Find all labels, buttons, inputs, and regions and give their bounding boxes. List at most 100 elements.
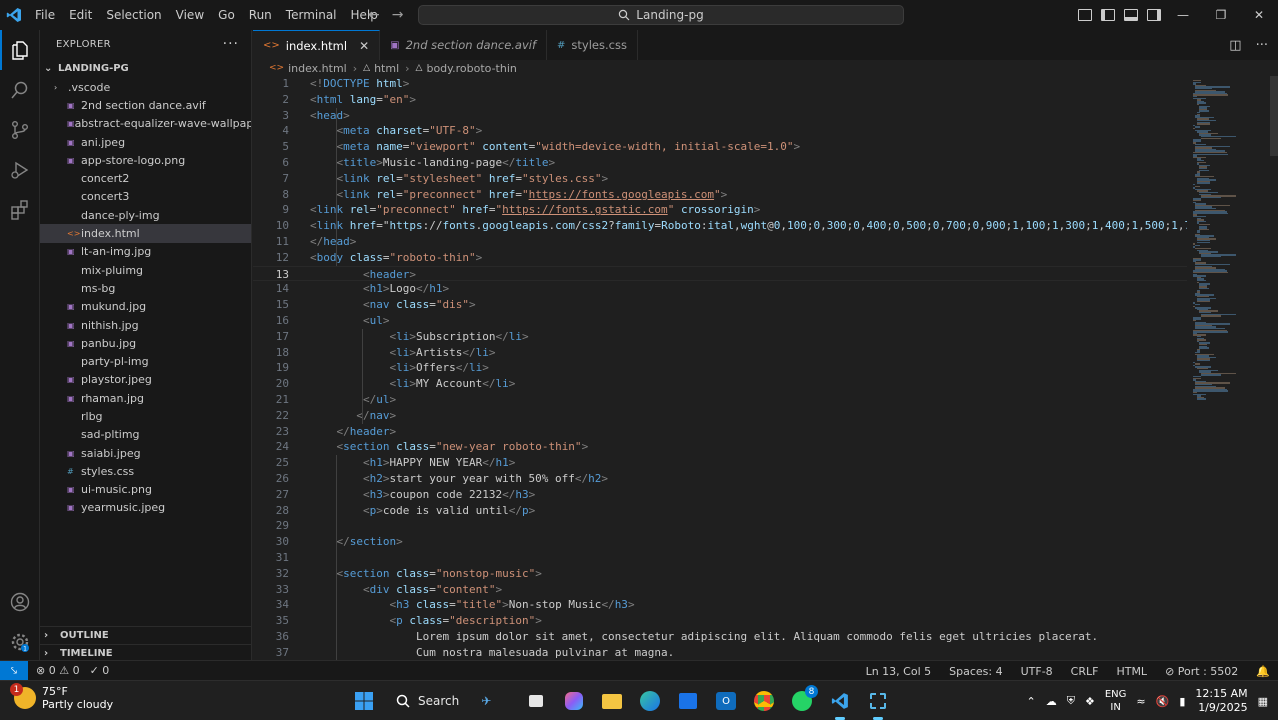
close-icon[interactable]: ✕ — [1240, 0, 1278, 30]
vscode-logo-icon[interactable] — [0, 0, 28, 30]
tab-2nd-section-dance[interactable]: ▣ 2nd section dance.avif — [380, 30, 548, 60]
file-item[interactable]: ▣ rhaman.jpg — [40, 389, 251, 407]
file-item[interactable]: ▣ playstor.jpeg — [40, 371, 251, 389]
close-icon[interactable]: ✕ — [359, 39, 369, 53]
code-line[interactable]: 26 <h2>start your year with 50% off</h2> — [253, 471, 1187, 487]
file-item[interactable]: ▣ mukund.jpg — [40, 298, 251, 316]
code-line[interactable]: 27 <h3>coupon code 22132</h3> — [253, 487, 1187, 503]
start-icon[interactable] — [350, 687, 378, 715]
file-item[interactable]: ▣ ani.jpeg — [40, 133, 251, 151]
file-item[interactable]: dance-ply-img — [40, 206, 251, 224]
file-item[interactable]: sad-pltimg — [40, 426, 251, 444]
menu-selection[interactable]: Selection — [99, 0, 168, 30]
menu-go[interactable]: Go — [211, 0, 242, 30]
code-line[interactable]: 28 <p>code is valid until</p> — [253, 503, 1187, 519]
remote-indicator-icon[interactable]: ⤥ — [0, 660, 28, 681]
code-line[interactable]: 29 — [253, 518, 1187, 534]
customize-layout-icon[interactable] — [1078, 9, 1092, 21]
extensions-icon[interactable] — [0, 190, 40, 230]
source-control-icon[interactable] — [0, 110, 40, 150]
explorer-icon[interactable] — [0, 30, 40, 70]
code-line[interactable]: 23 </header> — [253, 424, 1187, 440]
code-line[interactable]: 11 </head> — [253, 234, 1187, 250]
toggle-panel-icon[interactable] — [1124, 9, 1138, 21]
code-line[interactable]: 2 <html lang="en"> — [253, 92, 1187, 108]
folder-landing-pg[interactable]: ⌄ LANDING-PG — [40, 58, 251, 78]
code-line[interactable]: 24 <section class="new-year roboto-thin"… — [253, 439, 1187, 455]
code-line[interactable]: 4 <meta charset="UTF-8"> — [253, 123, 1187, 139]
menu-terminal[interactable]: Terminal — [279, 0, 344, 30]
code-line[interactable]: 25 <h1>HAPPY NEW YEAR</h1> — [253, 455, 1187, 471]
wifi-icon[interactable]: ≈ — [1136, 695, 1145, 708]
chevron-up-icon[interactable]: ⌃ — [1026, 695, 1035, 708]
search-icon[interactable] — [0, 70, 40, 110]
code-line[interactable]: 31 — [253, 550, 1187, 566]
code-line[interactable]: 5 <meta name="viewport" content="width=d… — [253, 139, 1187, 155]
maximize-icon[interactable]: ❐ — [1202, 0, 1240, 30]
run-debug-icon[interactable] — [0, 150, 40, 190]
code-line[interactable]: 18 <li>Artists</li> — [253, 345, 1187, 361]
tab-styles-css[interactable]: # styles.css — [547, 30, 638, 60]
language-indicator[interactable]: ENG IN — [1105, 688, 1127, 714]
breadcrumb-body[interactable]: body.roboto-thin — [426, 62, 516, 75]
notifications-bell-icon[interactable]: 🔔 — [1256, 665, 1270, 678]
file-item[interactable]: <> index.html — [40, 224, 251, 243]
file-explorer-icon[interactable] — [598, 687, 626, 715]
manage-gear-icon[interactable]: 1 — [0, 622, 40, 662]
tab-index-html[interactable]: <> index.html ✕ — [253, 30, 381, 60]
defender-icon[interactable]: ⛨ — [1067, 694, 1075, 708]
file-item[interactable]: ms-bg — [40, 279, 251, 297]
file-item[interactable]: ▣ 2nd section dance.avif — [40, 96, 251, 114]
file-item[interactable]: ▣ saiabi.jpeg — [40, 444, 251, 462]
taskbar-search[interactable]: Search ✈ — [388, 686, 512, 716]
file-item[interactable]: ▣ lt-an-img.jpg — [40, 243, 251, 261]
code-line[interactable]: 12 <body class="roboto-thin"> — [253, 250, 1187, 266]
breadcrumb-html[interactable]: html — [374, 62, 399, 75]
code-line[interactable]: 9 <link rel="preconnect" href="https://fo… — [253, 202, 1187, 218]
file-item[interactable]: ▣ panbu.jpg — [40, 334, 251, 352]
menu-run[interactable]: Run — [242, 0, 279, 30]
file-item[interactable]: concert3 — [40, 188, 251, 206]
problems-status[interactable]: ⊗ 0 ⚠ 0 — [36, 664, 80, 677]
battery-icon[interactable]: ▮ — [1179, 695, 1185, 708]
copilot-icon[interactable] — [560, 687, 588, 715]
menu-file[interactable]: File — [28, 0, 62, 30]
clock[interactable]: 12:15 AM 1/9/2025 — [1195, 687, 1247, 715]
code-line[interactable]: 10 <link href="https://fonts.googleapis.c… — [253, 218, 1187, 234]
accounts-icon[interactable] — [0, 582, 40, 622]
code-line[interactable]: 3 <head> — [253, 108, 1187, 124]
code-line[interactable]: 13 <header> — [253, 265, 1187, 282]
file-item[interactable]: # styles.css — [40, 462, 251, 480]
live-server-port[interactable]: ⊘ Port : 5502 — [1165, 665, 1238, 678]
encoding[interactable]: UTF-8 — [1021, 665, 1053, 678]
code-line[interactable]: 6 <title>Music-landing-page</title> — [253, 155, 1187, 171]
scrollbar-thumb[interactable] — [1270, 76, 1278, 156]
file-item[interactable]: ▣abstract-equalizer-wave-wallpaper_2... — [40, 115, 251, 133]
outline-section[interactable]: › OUTLINE — [40, 626, 252, 644]
code-line[interactable]: 8 <link rel="preconnect" href="https://f… — [253, 187, 1187, 203]
task-view-icon[interactable] — [522, 687, 550, 715]
vertical-scrollbar[interactable] — [1268, 76, 1278, 660]
code-line[interactable]: 35 <p class="description"> — [253, 613, 1187, 629]
code-line[interactable]: 20 <li>MY Account</li> — [253, 376, 1187, 392]
indentation[interactable]: Spaces: 4 — [949, 665, 1002, 678]
code-line[interactable]: 19 <li>Offers</li> — [253, 360, 1187, 376]
menu-view[interactable]: View — [169, 0, 211, 30]
breadcrumb-file[interactable]: index.html — [288, 62, 347, 75]
file-item[interactable]: ▣ nithish.jpg — [40, 316, 251, 334]
code-editor[interactable]: 1 <!DOCTYPE html> 2 <html lang="en"> 3 <head>… — [253, 76, 1187, 660]
vscode-taskbar-icon[interactable] — [826, 687, 854, 720]
notification-icon[interactable]: ▦ — [1258, 695, 1268, 708]
edge-icon[interactable] — [636, 687, 664, 715]
code-line[interactable]: 1 <!DOCTYPE html> — [253, 76, 1187, 92]
ports-status[interactable]: ✓ 0 — [90, 664, 110, 677]
split-editor-icon[interactable]: ◫ — [1229, 38, 1241, 53]
bluetooth-icon[interactable]: ❖ — [1085, 695, 1095, 708]
toggle-secondary-sidebar-icon[interactable] — [1147, 9, 1161, 21]
code-line[interactable]: 14 <h1>Logo</h1> — [253, 281, 1187, 297]
arrow-right-icon[interactable]: → — [392, 7, 404, 23]
more-actions-icon[interactable]: ··· — [223, 36, 239, 52]
code-line[interactable]: 17 <li>Subscription</li> — [253, 329, 1187, 345]
file-item[interactable]: ▣ ui-music.png — [40, 481, 251, 499]
code-line[interactable]: 33 <div class="content"> — [253, 582, 1187, 598]
